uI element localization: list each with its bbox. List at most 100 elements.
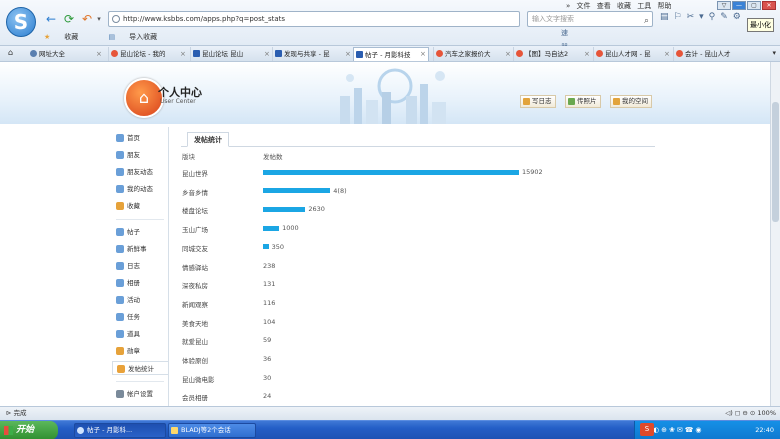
tab-4[interactable]: 帖子 - 月影科技 [353,47,429,61]
value-label-0: 15902 [522,168,543,176]
back-icon[interactable]: ← [44,12,58,26]
sidebar-item-diary[interactable]: 日志 [112,259,168,273]
globe-icon [30,50,37,57]
tab-close-icon[interactable]: × [505,47,511,61]
value-label-11: 30 [263,373,272,382]
tab-1[interactable]: 昆山论坛 - 我的 [108,47,186,61]
sidebar-item-posts[interactable]: 帖子 [112,225,168,239]
sidebar-item-label: 勋章 [127,347,140,355]
row-label-6[interactable]: 深夜私房 [182,280,208,290]
bar-0 [263,169,519,175]
browser-logo-icon[interactable]: S [6,7,36,37]
window-controls: ▽ — ▢ ✕ [716,1,776,10]
row-label-5[interactable]: 情感驿站 [182,262,208,272]
feed-icon [116,168,124,176]
sidebar-item-news[interactable]: 新鲜事 [112,242,168,256]
undo-dropdown-icon[interactable]: ▾ [92,12,106,26]
row-label-2[interactable]: 楼盘论坛 [182,205,208,215]
tab-0[interactable]: 网址大全 [28,47,106,61]
start-label: 开始 [16,425,35,435]
sidebar-item-medals[interactable]: 勋章 [112,344,168,358]
upload-photo-button[interactable]: 传照片 [565,95,601,108]
tab-5[interactable]: 汽车之家报价大 [433,47,511,61]
tray-icons[interactable]: ◐⊕❀✉☎◉ [653,421,704,439]
tab-7[interactable]: 昆山人才网 - 昆 [593,47,669,61]
tab-close-icon[interactable]: × [264,47,270,61]
tab-close-icon[interactable]: × [345,47,351,61]
row-label-8[interactable]: 美食天地 [182,318,208,328]
home-icon[interactable]: ⌂ [8,48,13,57]
sidebar-item-album[interactable]: 相册 [112,276,168,290]
tab-6[interactable]: 【图】马自达2 [513,47,589,61]
write-diary-button[interactable]: 写日志 [520,95,556,108]
search-input[interactable]: 输入文字搜索 ⌕ [527,11,653,27]
row-label-12[interactable]: 会员相册 [182,392,208,402]
tab-post-stats[interactable]: 发帖统计 [187,132,229,147]
menu-view[interactable]: 查看 [597,2,611,10]
search-icon[interactable]: ⌕ [644,14,649,28]
row-label-10[interactable]: 体验原创 [182,355,208,365]
status-icons[interactable]: ◁) ◻ ⊖ ⊙ [725,409,755,417]
sidebar-item-post-stats[interactable]: 发帖统计 [112,361,168,375]
row-label-7[interactable]: 新闻观察 [182,299,208,309]
menu-file[interactable]: 文件 [577,2,591,10]
skin-icon[interactable]: ▽ [717,1,731,10]
tab-2[interactable]: 昆山论坛 昆山 [190,47,268,61]
sidebar-item-my-feed[interactable]: 我的动态 [112,182,168,196]
value-label-12: 24 [263,392,272,401]
sidebar-item-friends[interactable]: 朋友 [112,148,168,162]
sidebar-item-account-settings[interactable]: 帐户设置 [112,387,168,401]
close-button[interactable]: ✕ [762,1,776,10]
tab-close-icon[interactable]: × [180,47,186,61]
taskbar-item-browser[interactable]: 帖子 - 月影科... [74,423,166,438]
vertical-scrollbar[interactable] [770,62,780,406]
page-icon [112,15,120,23]
menu-expand-icon[interactable]: » [566,2,570,10]
sidebar-item-events[interactable]: 活动 [112,293,168,307]
value-label-1: 4(8) [333,186,347,195]
tab-close-icon[interactable]: × [96,47,102,61]
my-space-button[interactable]: 我的空间 [610,95,652,108]
zoom-level[interactable]: 100% [757,409,776,417]
sidebar-item-favorites[interactable]: 收藏 [112,199,168,213]
row-label-0[interactable]: 昆山世界 [182,168,208,178]
address-bar[interactable]: http://www.ksbbs.com/apps.php?q=post_sta… [108,11,568,93]
row-label-4[interactable]: 同城交友 [182,243,208,253]
import-favorites-link[interactable]: ▤ 导入收藏 [109,33,172,41]
input-method-icon[interactable]: S [640,423,654,436]
sidebar-item-tasks[interactable]: 任务 [112,310,168,324]
refresh-icon[interactable]: ⟳ [62,12,76,26]
favorites-link[interactable]: ★ 收藏 [44,33,92,41]
sidebar-item-home[interactable]: 首页 [112,131,168,145]
tab-8[interactable]: 会计 - 昆山人才 [673,47,763,61]
page-subtitle: User Center [160,98,196,105]
tab-list-icon[interactable]: ▾ [772,49,776,57]
menu-favorites[interactable]: 收藏 [617,2,631,10]
chat-icon [116,185,124,193]
status-label: 完成 [13,409,27,417]
taskbar-item-chat[interactable]: BLADJ等2个会话 [168,423,256,438]
row-label-3[interactable]: 玉山广场 [182,224,208,234]
scrollbar-thumb[interactable] [772,102,779,222]
row-label-11[interactable]: 昆山微电影 [182,374,215,384]
post-icon [116,228,124,236]
sidebar-item-friend-feed[interactable]: 朋友动态 [112,165,168,179]
tab-close-icon[interactable]: × [420,47,426,61]
tab-label: 昆山人才网 - 昆 [605,50,651,58]
maximize-button[interactable]: ▢ [747,1,761,10]
row-label-1[interactable]: 乡音乡情 [182,187,208,197]
star-icon [116,202,124,210]
tab-close-icon[interactable]: × [664,47,670,61]
album-icon [116,279,124,287]
sidebar-item-tools[interactable]: 道具 [112,327,168,341]
row-label-9[interactable]: 就爱昆山 [182,336,208,346]
toolbar-icons[interactable]: ▤⚐✂▾⚲✎⚙ [660,12,746,22]
start-button[interactable]: 开始 [0,421,58,439]
menu-help[interactable]: 帮助 [657,2,671,10]
tab-label: 网址大全 [39,50,65,58]
minimize-button[interactable]: — [732,1,746,10]
menu-tools[interactable]: 工具 [637,2,651,10]
tab-3[interactable]: 发现与共享 - 昆 [272,47,350,61]
tab-label: 昆山论坛 昆山 [202,50,244,58]
tab-close-icon[interactable]: × [584,47,590,61]
